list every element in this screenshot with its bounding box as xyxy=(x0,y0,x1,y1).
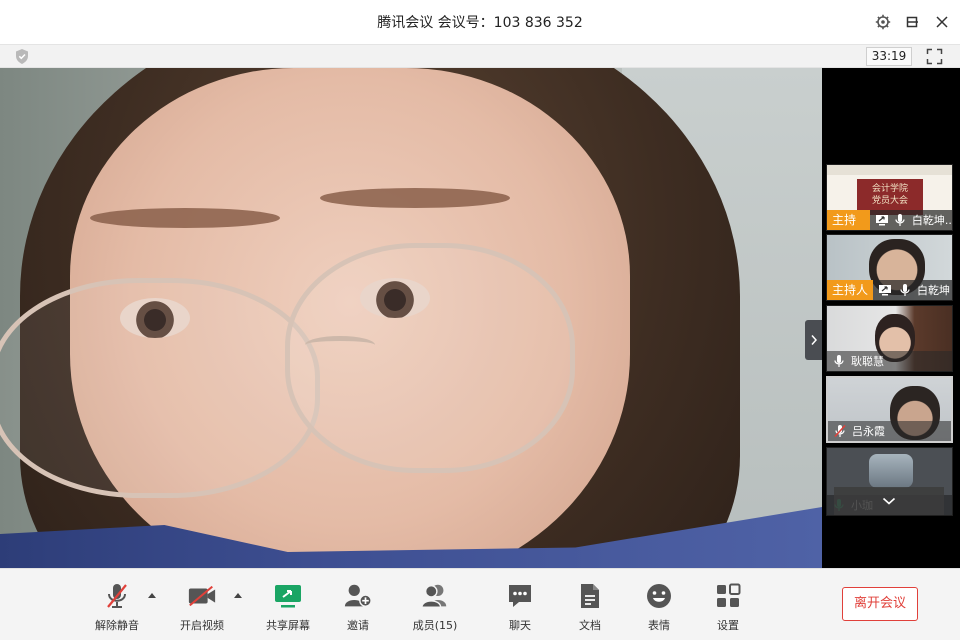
emoji-icon xyxy=(644,581,674,611)
video-brow-right xyxy=(320,188,510,208)
mic-icon xyxy=(893,212,908,228)
start-video-label: 开启视频 xyxy=(180,619,224,632)
main-video-feed[interactable] xyxy=(0,68,822,568)
invite-label: 邀请 xyxy=(347,619,369,632)
slide-toolbar xyxy=(827,165,952,175)
glasses-right-lens xyxy=(285,243,575,473)
chat-icon xyxy=(505,581,535,611)
members-icon xyxy=(420,581,450,611)
title-bar: 腾讯会议 会议号：103 836 352 xyxy=(0,0,960,44)
close-icon xyxy=(936,16,948,28)
leave-meeting-button[interactable]: 离开会议 xyxy=(842,587,918,621)
emoji-button[interactable]: 表情 xyxy=(624,581,694,635)
thumb-caption: 耿聪慧 xyxy=(827,351,952,371)
scroll-down-button[interactable] xyxy=(834,487,944,515)
mic-muted-icon xyxy=(102,581,132,611)
thumb-caption: 主持人 白乾坤 xyxy=(827,280,952,300)
video-off-icon xyxy=(187,581,217,611)
documents-label: 文档 xyxy=(579,619,601,632)
chat-button[interactable]: 聊天 xyxy=(485,581,555,635)
participant-name: 白乾坤... xyxy=(911,214,952,227)
settings-button[interactable]: 设置 xyxy=(693,581,763,635)
participant-thumb-active[interactable]: 吕永霞 xyxy=(826,376,953,443)
share-screen-label: 共享屏幕 xyxy=(266,619,310,632)
maximize-button[interactable] xyxy=(902,12,922,32)
mic-muted-icon xyxy=(832,423,848,439)
thumb-caption: 主持人 白乾坤... xyxy=(827,210,952,230)
video-options-caret[interactable] xyxy=(233,591,243,599)
unmute-label: 解除静音 xyxy=(95,619,139,632)
host-badge: 主持人 xyxy=(827,280,874,300)
gear-icon xyxy=(875,14,891,30)
mic-icon xyxy=(897,282,913,298)
chevron-right-icon xyxy=(810,335,817,345)
participant-thumb[interactable]: 耿聪慧 xyxy=(826,305,953,372)
participant-name: 吕永霞 xyxy=(852,425,885,438)
collapse-panel-button[interactable] xyxy=(805,320,822,360)
members-label: 成员(15) xyxy=(412,619,458,632)
settings-gear-icon[interactable] xyxy=(873,12,893,32)
participant-avatar xyxy=(869,454,913,488)
participant-thumb[interactable]: 会计学院 党员大会 主持人 白乾坤... xyxy=(826,164,953,231)
screen-share-icon xyxy=(874,212,889,228)
unmute-button[interactable]: 解除静音 xyxy=(82,581,152,635)
host-badge: 主持人 xyxy=(827,210,871,230)
document-icon xyxy=(575,581,605,611)
members-button[interactable]: 成员(15) xyxy=(400,581,470,635)
screen-share-icon xyxy=(877,282,893,298)
emoji-label: 表情 xyxy=(648,619,670,632)
settings-label: 设置 xyxy=(717,619,739,632)
add-user-icon xyxy=(343,581,373,611)
participant-thumb[interactable]: 主持人 白乾坤 xyxy=(826,234,953,301)
invite-button[interactable]: 邀请 xyxy=(323,581,393,635)
meeting-timer: 33:19 xyxy=(866,47,912,66)
share-screen-button[interactable]: 共享屏幕 xyxy=(253,581,323,635)
shield-icon[interactable] xyxy=(13,48,31,65)
documents-button[interactable]: 文档 xyxy=(555,581,625,635)
unmute-options-caret[interactable] xyxy=(147,591,157,599)
chevron-down-icon xyxy=(882,497,896,505)
glasses-left-lens xyxy=(0,278,320,498)
glasses-bridge xyxy=(305,336,375,354)
info-bar: 33:19 xyxy=(0,44,960,68)
thumb-caption: 吕永霞 xyxy=(828,421,951,441)
share-screen-icon xyxy=(273,581,303,611)
meeting-toolbar: 解除静音 开启视频 共享屏幕 邀请 成员(15) 聊天 文档 表情 设置 离开会… xyxy=(0,568,960,640)
apps-grid-icon xyxy=(713,581,743,611)
start-video-button[interactable]: 开启视频 xyxy=(167,581,237,635)
mic-icon xyxy=(831,353,847,369)
slide-text: 会计学院 党员大会 xyxy=(871,184,908,206)
chat-label: 聊天 xyxy=(509,619,531,632)
fullscreen-icon[interactable] xyxy=(926,48,943,65)
maximize-icon xyxy=(906,16,918,28)
close-button[interactable] xyxy=(932,12,952,32)
window-title: 腾讯会议 会议号：103 836 352 xyxy=(377,15,583,31)
video-brow-left xyxy=(90,208,280,228)
participant-name: 白乾坤 xyxy=(917,284,951,297)
participant-name: 耿聪慧 xyxy=(851,355,884,368)
